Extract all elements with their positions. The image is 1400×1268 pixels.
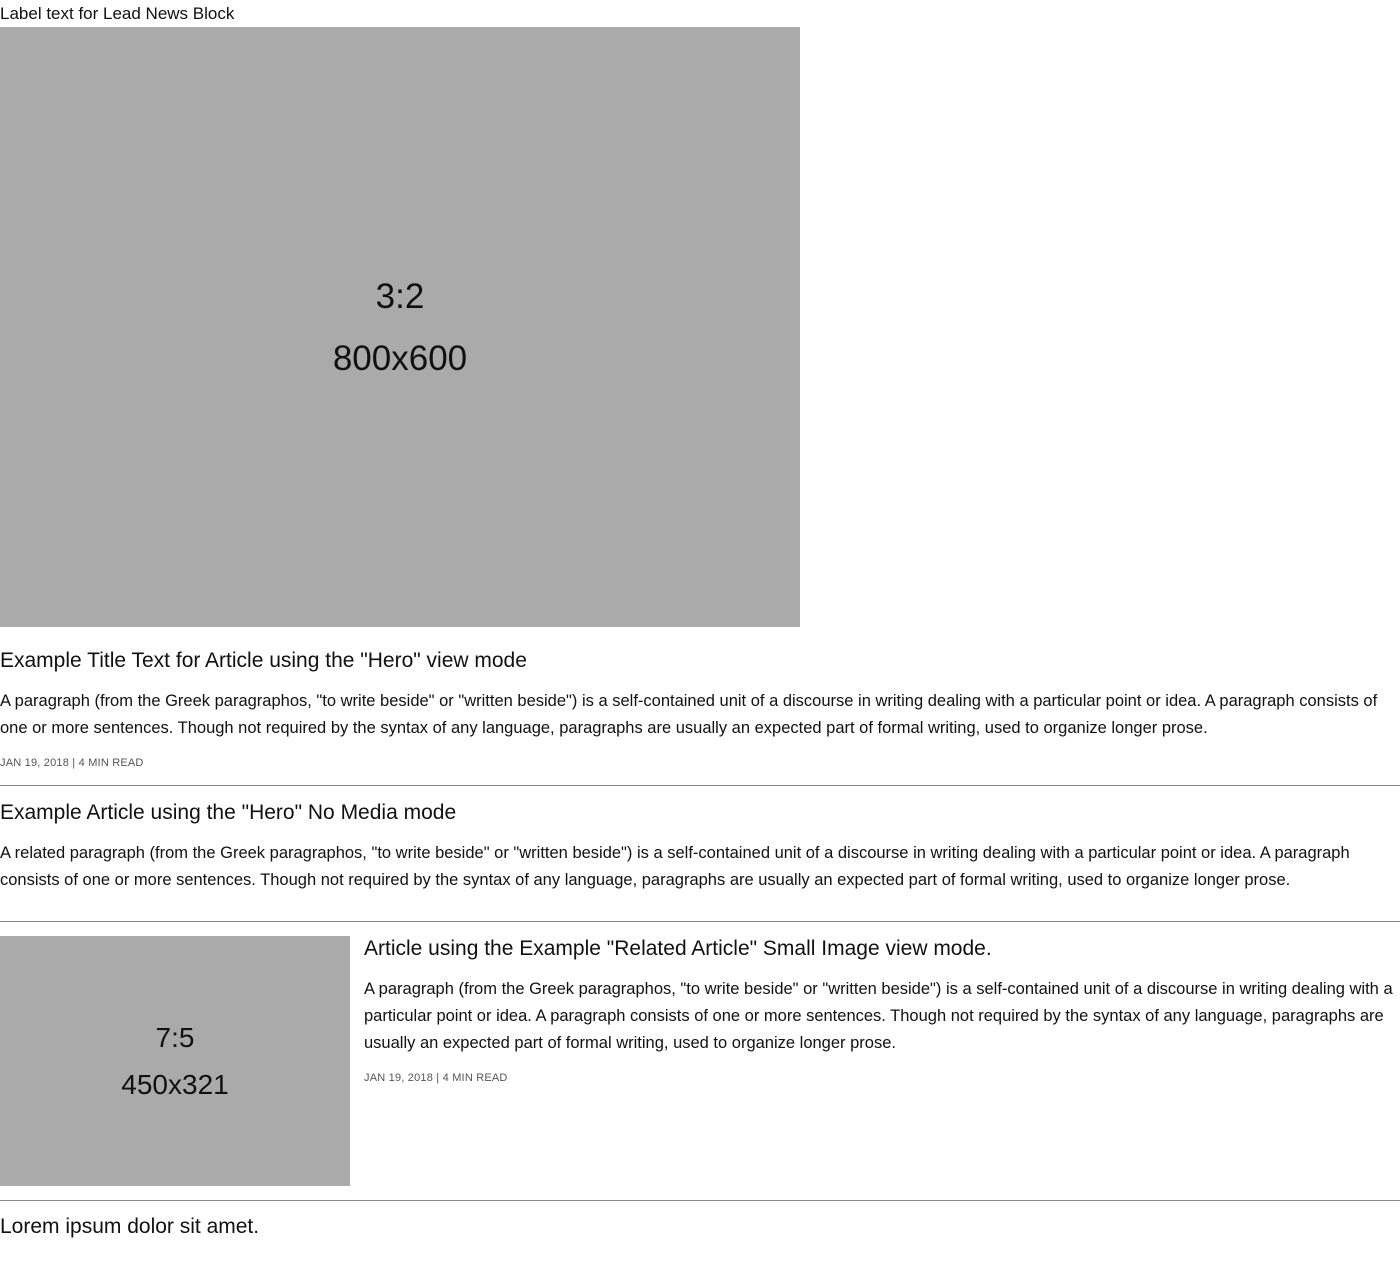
related-article-title-link[interactable]: Article using the Example "Related Artic… (364, 936, 992, 962)
divider (0, 1200, 1400, 1201)
hero-article-meta: JAN 19, 2018 | 4 MIN READ (0, 757, 144, 769)
divider (0, 921, 1400, 922)
hero-no-media-title-link[interactable]: Example Article using the "Hero" No Medi… (0, 800, 456, 826)
lead-news-block-label: Label text for Lead News Block (0, 4, 235, 23)
lead-news-page: Label text for Lead News Block 3:2 800x6… (0, 0, 1400, 1268)
hero-article-summary: A paragraph (from the Greek paragraphos,… (0, 692, 1378, 737)
related-article-meta: JAN 19, 2018 | 4 MIN READ (364, 1072, 508, 1084)
divider (0, 785, 1400, 786)
related-article-image-placeholder[interactable]: 7:5 450x321 (0, 936, 350, 1186)
hero-image-dimensions: 800x600 (332, 339, 468, 378)
related-image-ratio: 7:5 (155, 1022, 195, 1053)
lorem-article-title-link[interactable]: Lorem ipsum dolor sit amet. (0, 1214, 259, 1240)
related-article-summary: A paragraph (from the Greek paragraphos,… (364, 980, 1393, 1052)
hero-image-placeholder[interactable]: 3:2 800x600 (0, 27, 800, 627)
hero-image-ratio: 3:2 (375, 277, 425, 316)
related-image-dimensions: 450x321 (121, 1069, 229, 1100)
hero-article-title-link[interactable]: Example Title Text for Article using the… (0, 648, 527, 674)
hero-no-media-summary: A related paragraph (from the Greek para… (0, 844, 1350, 889)
